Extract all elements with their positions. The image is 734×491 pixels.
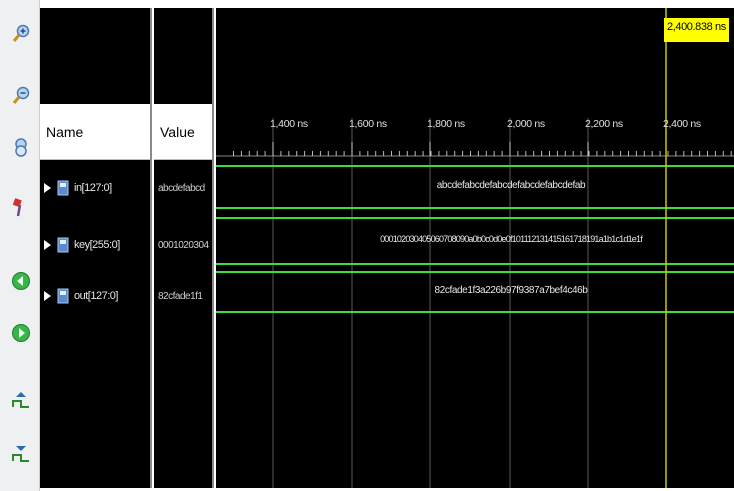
tick-label: 2,200 ns — [585, 118, 623, 130]
bus-signal-icon — [57, 288, 69, 304]
bus-signal-icon — [57, 180, 69, 196]
zoom-in-button[interactable] — [10, 22, 32, 44]
zoom-out-button[interactable] — [10, 84, 32, 106]
go-to-end-button[interactable] — [10, 322, 32, 344]
tick-label: 2,400 ns — [663, 118, 701, 130]
signal-row-key[interactable]: key[255:0] — [40, 227, 150, 263]
next-transition-icon — [12, 446, 29, 462]
zoom-out-icon — [12, 86, 30, 104]
waveform-toolbar — [0, 0, 40, 491]
signal-value-key: 0001020304 — [154, 227, 212, 263]
time-grid — [272, 118, 667, 488]
wave-value-in: abcdefabcdefabcdefabcdefabcdefab — [436, 180, 586, 191]
previous-transition-button[interactable] — [10, 388, 32, 410]
waveform-viewer[interactable]: 1,400 ns 1,600 ns 1,800 ns 2,000 ns 2,20… — [216, 8, 734, 488]
tick-label: 1,400 ns — [270, 118, 308, 130]
value-column-header[interactable]: Value — [154, 104, 212, 160]
signal-name: out[127:0] — [74, 290, 118, 302]
signal-name: key[255:0] — [74, 239, 120, 251]
signal-value: 82cfade1f1 — [158, 290, 203, 302]
cursor-time-label[interactable]: 2,400.838 ns — [664, 18, 729, 42]
zoom-in-icon — [12, 24, 30, 42]
signal-value: 0001020304 — [158, 239, 209, 251]
waveform-canvas — [216, 8, 734, 488]
tick-label: 2,000 ns — [507, 118, 545, 130]
expand-arrow-icon[interactable] — [44, 291, 54, 301]
signal-value: abcdefabcd — [158, 182, 205, 194]
zoom-fit-icon — [15, 138, 27, 157]
signal-name: in[127:0] — [74, 182, 112, 194]
expand-arrow-icon[interactable] — [44, 183, 54, 193]
go-to-end-icon — [12, 324, 30, 342]
time-ruler — [216, 142, 734, 157]
signal-value-column: Value abcdefabcd 0001020304 82cfade1f1 — [154, 8, 214, 488]
expand-arrow-icon[interactable] — [44, 240, 54, 250]
signal-value-in: abcdefabcd — [154, 170, 212, 206]
name-column-header[interactable]: Name — [40, 104, 150, 160]
zoom-fit-button[interactable] — [10, 136, 32, 158]
minor-ticks — [233, 151, 732, 156]
tick-label: 1,600 ns — [349, 118, 387, 130]
bus-signal-icon — [57, 237, 69, 253]
signal-name-column: Name in[127:0] key[255:0] out[127:0] — [40, 8, 152, 488]
go-to-start-icon — [12, 272, 30, 290]
signal-value-out: 82cfade1f1 — [154, 278, 212, 314]
top-border — [40, 0, 734, 8]
wave-value-out: 82cfade1f3a226b97f9387a7bef4c46b — [434, 285, 588, 296]
go-to-cursor-icon — [12, 198, 22, 217]
signal-row-out[interactable]: out[127:0] — [40, 278, 150, 314]
go-to-start-button[interactable] — [10, 270, 32, 292]
tick-label: 1,800 ns — [427, 118, 465, 130]
previous-transition-icon — [12, 392, 29, 408]
go-to-cursor-button[interactable] — [10, 196, 32, 218]
next-transition-button[interactable] — [10, 442, 32, 464]
signal-row-in[interactable]: in[127:0] — [40, 170, 150, 206]
wave-value-key: 000102030405060708090a0b0c0d0e0f10111213… — [380, 234, 643, 244]
